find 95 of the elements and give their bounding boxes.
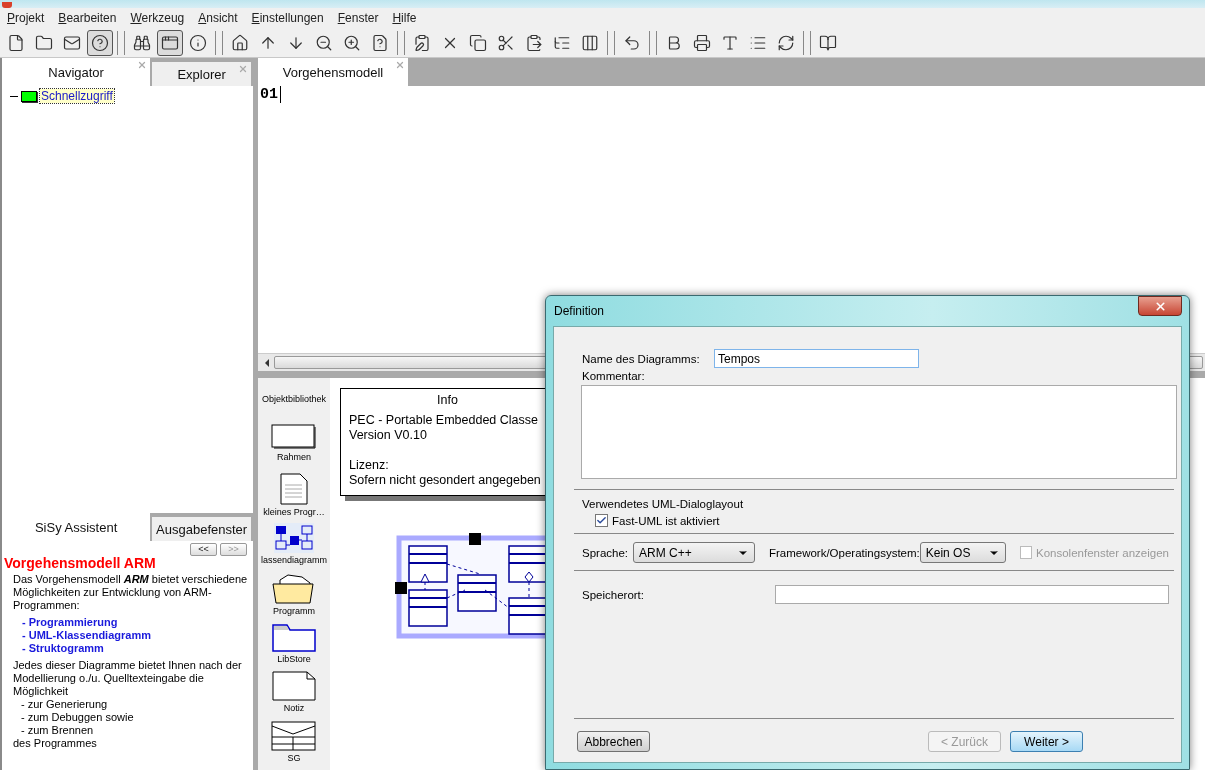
library-item-label[interactable]: Rahmen xyxy=(277,452,311,462)
undo-icon xyxy=(623,33,641,52)
assistant-text: Das Vorgehensmodell ARM bietet verschiedene Möglichkeiten zur Entwicklung von ARM-Programmen: xyxy=(12,573,249,612)
file-icon xyxy=(7,33,25,52)
library-title: Objektbibliothek xyxy=(261,394,326,404)
zoom-in-icon xyxy=(343,33,361,52)
menu-item[interactable]: Projekt xyxy=(7,11,45,25)
checkbox[interactable] xyxy=(595,514,608,527)
dialog-button[interactable]: Weiter > xyxy=(1010,731,1083,752)
dialog-button[interactable]: Abbrechen xyxy=(577,731,650,752)
note-text: Version V0.10 xyxy=(349,428,428,443)
assistant-link[interactable]: - Struktogramm xyxy=(4,642,249,655)
assistant-text: Jedes dieser Diagramme bietet Ihnen nach der Modellierung o./u. Quelltexteingabe die Möglichkeit xyxy=(12,659,243,698)
language-dropdown[interactable]: ARM C++ xyxy=(633,542,755,563)
toolbar-button[interactable] xyxy=(157,29,183,56)
comment-field[interactable] xyxy=(581,385,1177,479)
note-icon xyxy=(272,671,316,702)
location-field[interactable] xyxy=(775,585,1169,604)
copy-icon xyxy=(469,33,487,52)
info-icon xyxy=(189,33,207,52)
field-label: Name des Diagramms: xyxy=(582,352,701,365)
menu-item[interactable]: Ansicht xyxy=(198,11,238,25)
assistant-bullet: - zur Generierung xyxy=(20,698,109,711)
close-icon xyxy=(1153,299,1167,313)
section-label: Verwendetes UML-Dialoglayout xyxy=(582,498,745,510)
assistant-bullet: - zum Brennen xyxy=(20,724,95,737)
assistant-bullet: - zum Debuggen sowie xyxy=(20,711,135,724)
note-text: PEC - Portable Embedded Classe xyxy=(349,413,539,428)
toolbar-separator xyxy=(117,30,125,55)
app-icon xyxy=(2,2,12,8)
editor-tab[interactable]: Vorgehensmodell xyxy=(258,58,408,86)
nav-button[interactable]: << xyxy=(190,543,217,556)
editor-text[interactable]: 01 xyxy=(260,86,281,103)
toolbar-separator xyxy=(397,30,405,55)
binoculars-icon xyxy=(133,33,151,52)
panel-tab[interactable]: Navigator xyxy=(2,58,151,86)
toolbar-separator xyxy=(649,30,657,55)
help-icon xyxy=(91,33,109,52)
field-label: Speicherort: xyxy=(582,588,645,601)
folder-icon xyxy=(272,621,316,652)
note-text: Sofern nicht gesondert angegeben xyxy=(349,473,542,488)
book-icon xyxy=(819,33,837,52)
framework-dropdown[interactable]: Kein OS xyxy=(919,542,1006,563)
checkbox-label: Konsolenfenster anzeigen xyxy=(1036,546,1169,559)
panel-tab[interactable]: SiSy Assistent xyxy=(2,513,151,541)
toolbar-separator xyxy=(803,30,811,55)
document-icon xyxy=(280,473,308,506)
name-field[interactable]: Tempos xyxy=(714,349,919,368)
paste-icon xyxy=(525,33,543,52)
assistant-link[interactable]: - Programmierung xyxy=(4,616,249,629)
printer-icon xyxy=(693,33,711,52)
home-icon xyxy=(231,33,249,52)
assistant-text: des Programmes xyxy=(12,737,98,750)
note-title: Info xyxy=(436,393,459,408)
toolbar-separator xyxy=(215,30,223,55)
assistant-heading: Vorgehensmodell ARM xyxy=(4,557,157,570)
assistant-link[interactable]: - UML-Klassendiagramm xyxy=(4,629,249,642)
field-label: Kommentar: xyxy=(582,370,646,382)
font-icon xyxy=(721,33,739,52)
menu-item[interactable]: Werkzeug xyxy=(130,11,185,25)
dialog-title: Definition xyxy=(553,304,605,318)
library-item-label[interactable]: Notiz xyxy=(283,703,305,714)
menu-item[interactable]: Hilfe xyxy=(392,11,417,25)
refresh-icon xyxy=(777,33,795,52)
clipboard-icon xyxy=(413,33,431,52)
scissors-icon xyxy=(497,33,515,52)
frame-icon xyxy=(271,424,317,450)
document-help-icon xyxy=(371,33,389,52)
panel-tab[interactable]: Ausgabefenster xyxy=(152,517,251,541)
field-label: Sprache: xyxy=(582,546,630,559)
note-text: Lizenz: xyxy=(349,458,390,473)
menu-item[interactable]: Einstellungen xyxy=(251,11,324,25)
menu-item[interactable]: Bearbeiten xyxy=(58,11,117,25)
window-icon xyxy=(161,33,179,52)
toolbar-separator xyxy=(607,30,615,55)
folder-icon xyxy=(35,33,53,52)
field-label: Framework/Operatingsystem: xyxy=(768,546,920,559)
scroll-left-icon[interactable] xyxy=(265,358,269,367)
library-item-label[interactable]: Programm xyxy=(273,606,315,617)
form-icon xyxy=(271,720,317,751)
checkbox-label: Fast-UML ist aktiviert xyxy=(612,514,720,527)
library-item-label[interactable]: LibStore xyxy=(277,653,311,664)
panel-tab[interactable]: Explorer xyxy=(152,62,251,86)
toolbar-button[interactable] xyxy=(87,29,113,56)
library-item-label[interactable]: SG xyxy=(287,752,301,763)
folder-icon xyxy=(272,572,316,605)
close-button[interactable] xyxy=(1138,296,1182,316)
columns-icon xyxy=(581,33,599,52)
library-item-label[interactable]: kleines Progr… xyxy=(263,507,325,518)
zoom-out-icon xyxy=(315,33,333,52)
library-item-label[interactable]: lassendiagramm xyxy=(261,554,327,565)
tree-item[interactable]: Schnellzugriff xyxy=(40,89,114,103)
mail-icon xyxy=(63,33,81,52)
menu-item[interactable]: Fenster xyxy=(337,11,379,25)
node-icon xyxy=(21,90,37,102)
